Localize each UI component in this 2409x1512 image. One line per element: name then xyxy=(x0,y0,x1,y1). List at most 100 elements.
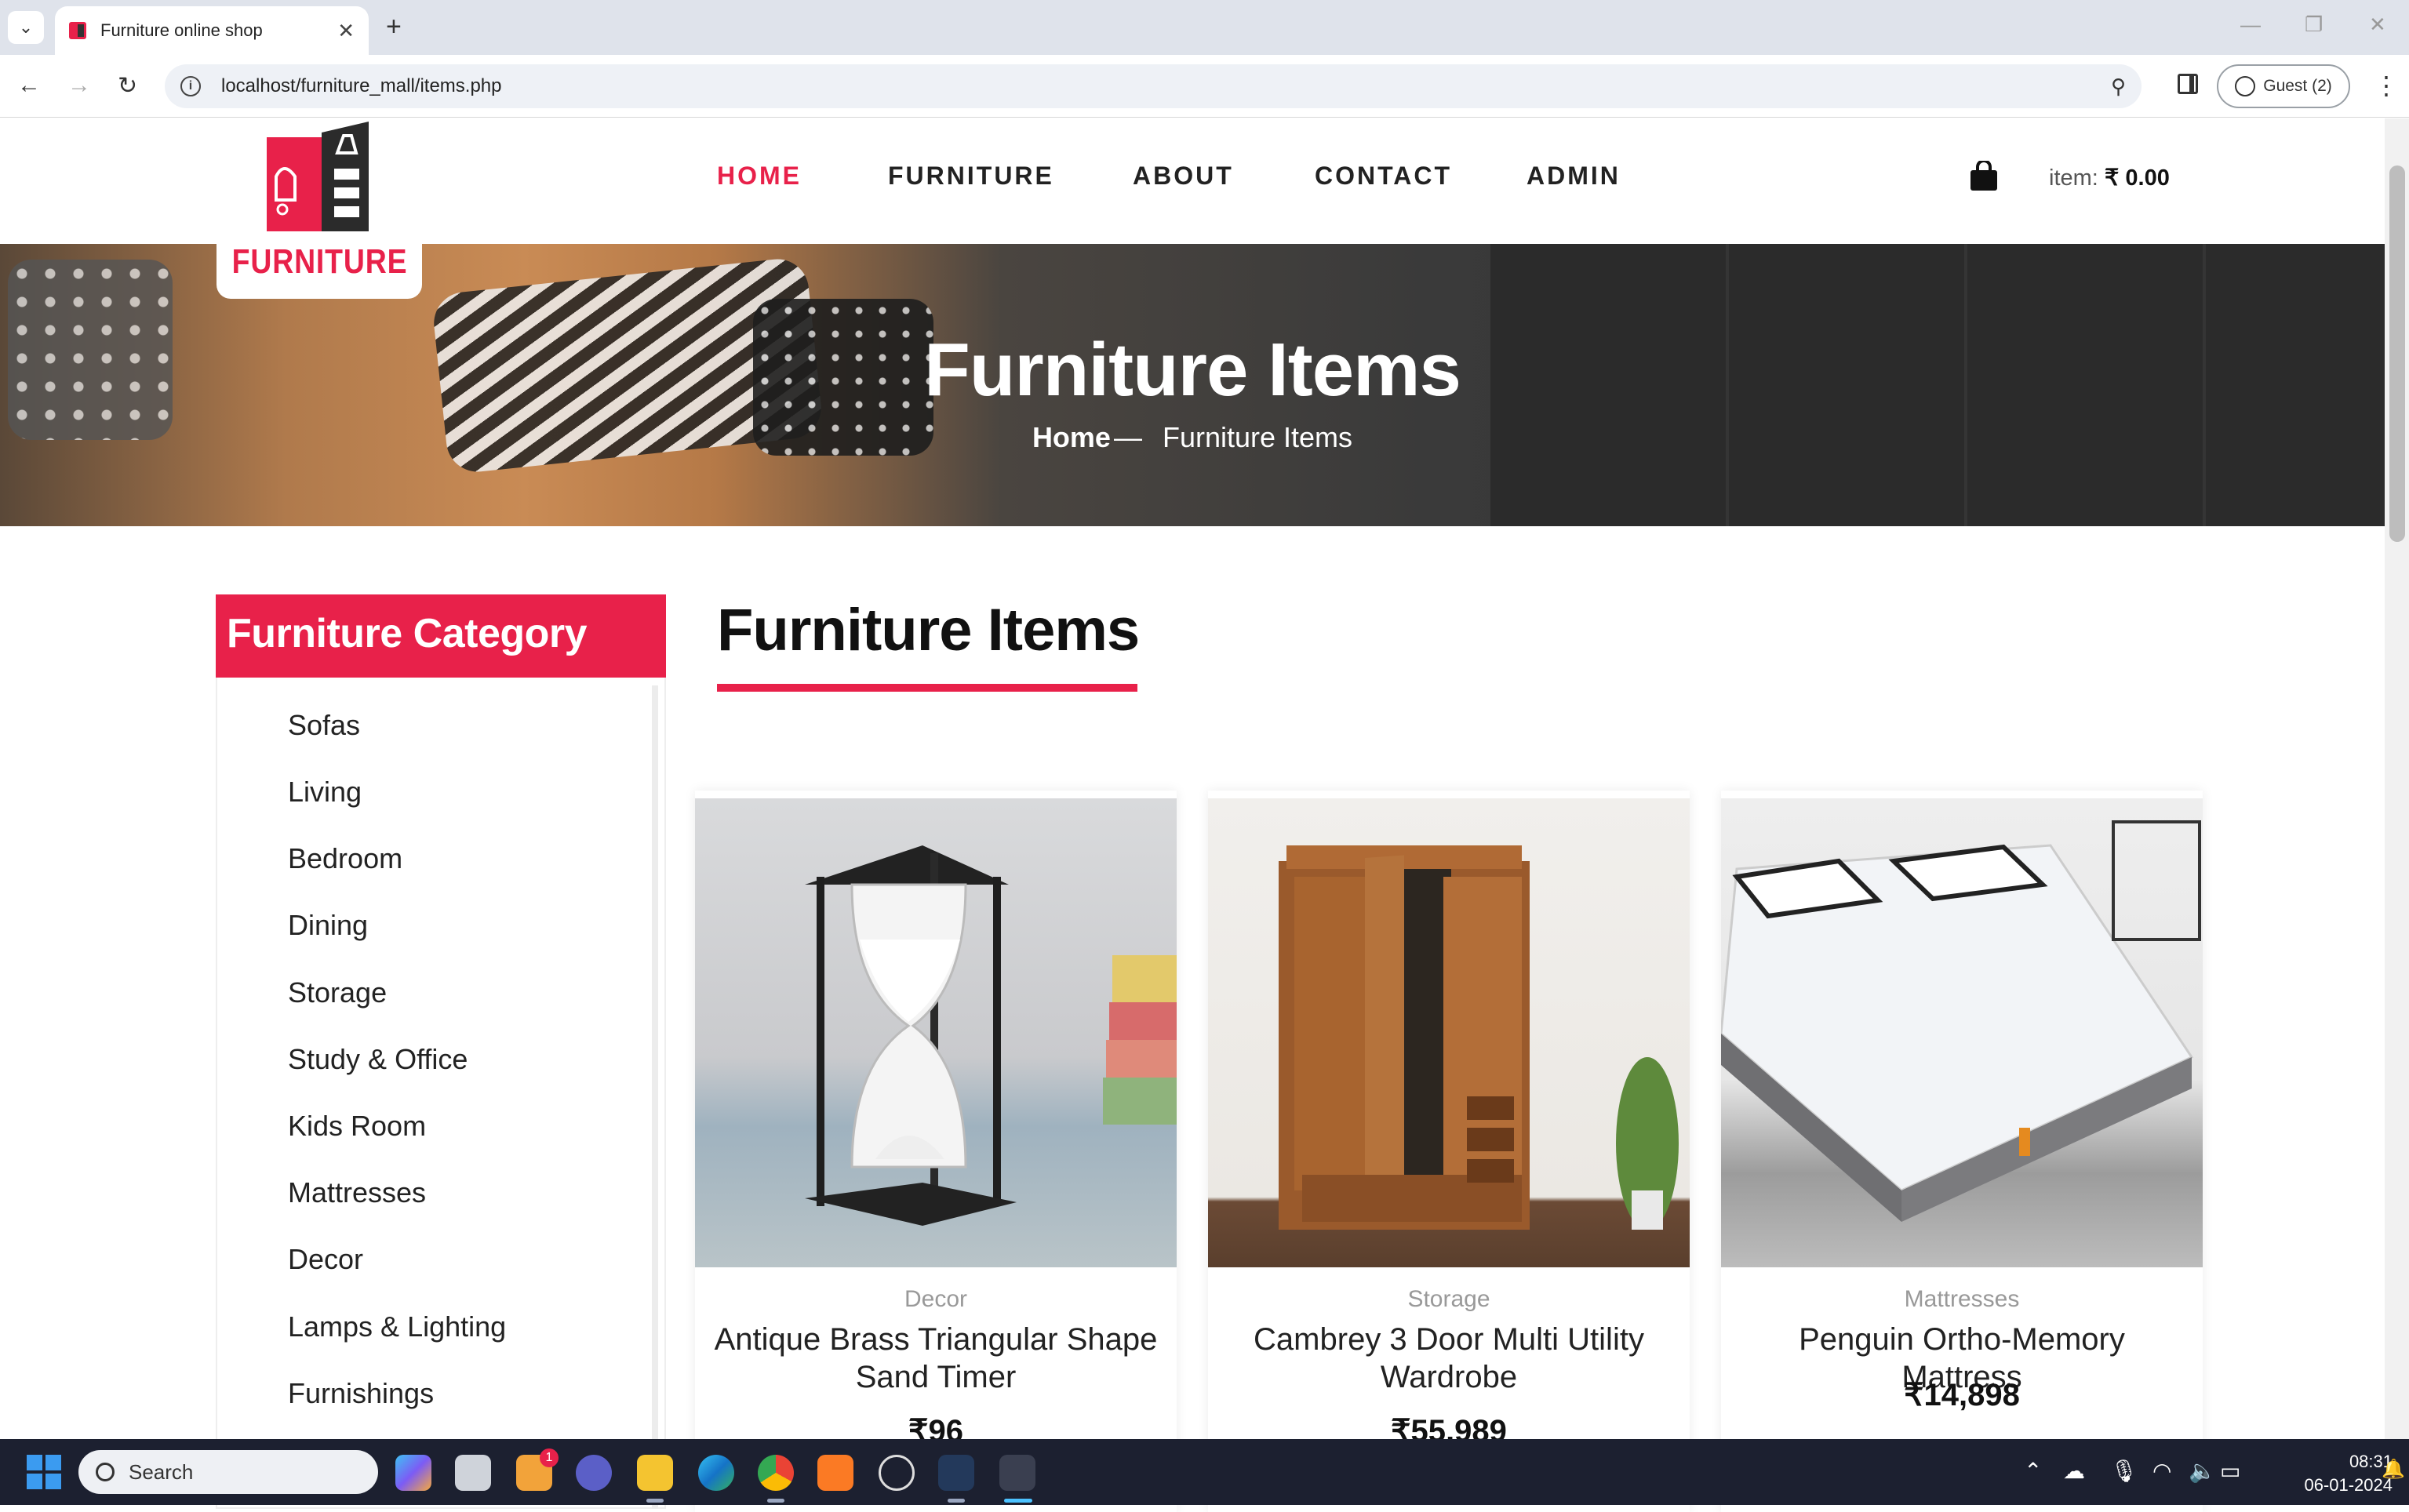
weather-widget-icon[interactable]: 1 xyxy=(516,1448,559,1491)
breadcrumb: Home — Furniture Items xyxy=(0,421,2385,454)
mattress-image[interactable] xyxy=(1721,798,2203,1267)
product-card[interactable]: Decor Antique Brass Triangular Shape San… xyxy=(695,791,1177,1512)
hourglass-image[interactable] xyxy=(695,798,1177,1267)
hourglass-image-art xyxy=(805,845,1177,1226)
tab-search-button[interactable]: ⌄ xyxy=(8,11,44,44)
breadcrumb-home[interactable]: Home xyxy=(1032,421,1111,453)
vscode-icon[interactable] xyxy=(938,1455,974,1491)
logo-text: FURNITURE xyxy=(231,242,408,281)
site-header: FURNITURE HOME FURNITURE ABOUT CONTACT A… xyxy=(0,118,2385,299)
address-bar-row: ← → ↻ i localhost/furniture_mall/items.p… xyxy=(0,55,2409,118)
notification-badge: 1 xyxy=(540,1448,559,1467)
browser-menu-icon[interactable]: ⋮ xyxy=(2374,71,2399,100)
active-app-icon[interactable] xyxy=(999,1455,1035,1491)
running-indicator xyxy=(948,1499,965,1503)
wardrobe-image-art xyxy=(1279,845,1679,1230)
obs-icon[interactable] xyxy=(879,1455,915,1491)
close-tab-icon[interactable]: ✕ xyxy=(337,19,355,43)
restore-icon[interactable]: ❐ xyxy=(2305,13,2323,37)
category-item[interactable]: Lamps & Lighting xyxy=(288,1310,506,1343)
tab-title: Furniture online shop xyxy=(100,20,263,40)
minimize-icon[interactable]: — xyxy=(2240,13,2261,37)
mattress-image-art xyxy=(1721,820,2201,1222)
reload-icon[interactable]: ↻ xyxy=(118,72,137,100)
site-info-icon[interactable]: i xyxy=(180,76,201,96)
breadcrumb-current: Furniture Items xyxy=(1162,421,1353,453)
teams-icon[interactable] xyxy=(576,1455,612,1491)
browser-tab-strip: ⌄ Furniture online shop ✕ + — ❐ ✕ xyxy=(0,0,2409,55)
task-view-icon[interactable] xyxy=(455,1455,491,1491)
profile-button[interactable]: Guest (2) xyxy=(2217,64,2350,108)
system-clock[interactable]: 08:31 06-01-2024 xyxy=(2243,1450,2393,1497)
page-scrollbar[interactable] xyxy=(2385,118,2409,1439)
nav-admin[interactable]: ADMIN xyxy=(1527,162,1621,191)
copilot-icon[interactable] xyxy=(395,1455,431,1491)
product-price: ₹14,898 xyxy=(1904,1378,2020,1412)
page-title: Furniture Items xyxy=(924,328,1461,412)
site-logo[interactable]: FURNITURE xyxy=(217,118,422,299)
cart-label: item: xyxy=(2049,165,2098,191)
cart-summary[interactable]: item: ₹ 0.00 xyxy=(2049,164,2170,191)
section-title: Furniture Items xyxy=(717,597,1140,663)
section-underline xyxy=(717,684,1137,692)
onedrive-icon[interactable]: ☁ xyxy=(2063,1458,2085,1484)
profile-label: Guest (2) xyxy=(2263,77,2332,95)
category-item[interactable]: Bedroom xyxy=(288,842,402,875)
nav-contact[interactable]: CONTACT xyxy=(1315,162,1452,191)
url-field[interactable]: i localhost/furniture_mall/items.php ⚲ xyxy=(165,64,2142,108)
side-panel-icon[interactable] xyxy=(2178,74,2198,94)
forward-icon[interactable]: → xyxy=(67,72,91,99)
file-explorer-icon[interactable] xyxy=(637,1455,673,1491)
scrollbar-thumb[interactable] xyxy=(2389,165,2405,542)
browser-tab[interactable]: Furniture online shop ✕ xyxy=(55,6,369,55)
url-text: localhost/furniture_mall/items.php xyxy=(221,75,502,96)
product-card[interactable]: Storage Cambrey 3 Door Multi Utility War… xyxy=(1208,791,1690,1512)
nav-home[interactable]: HOME xyxy=(717,162,802,191)
nav-about[interactable]: ABOUT xyxy=(1133,162,1234,191)
category-item[interactable]: Furnishings xyxy=(288,1377,434,1410)
category-item[interactable]: Decor xyxy=(288,1243,363,1276)
windows-start-icon[interactable] xyxy=(27,1455,61,1489)
wifi-icon[interactable]: ◠ xyxy=(2152,1458,2171,1484)
taskbar-search-placeholder: Search xyxy=(129,1459,194,1484)
clock-date: 06-01-2024 xyxy=(2304,1475,2393,1495)
notifications-bell-icon[interactable]: 🔔 xyxy=(2382,1458,2405,1481)
chrome-icon[interactable] xyxy=(758,1455,794,1491)
category-heading: Furniture Category xyxy=(216,594,666,678)
site-favicon-icon xyxy=(69,22,86,39)
category-list: Sofas Living Bedroom Dining Storage Stud… xyxy=(216,678,666,1509)
product-category: Storage xyxy=(1407,1286,1490,1312)
nav-furniture[interactable]: FURNITURE xyxy=(888,162,1054,191)
category-item[interactable]: Kids Room xyxy=(288,1110,426,1143)
category-item[interactable]: Mattresses xyxy=(288,1176,426,1209)
product-category: Mattresses xyxy=(1904,1286,2020,1312)
category-item[interactable]: Sofas xyxy=(288,709,360,742)
shopping-bag-icon[interactable] xyxy=(1969,161,1999,192)
profile-avatar-icon xyxy=(2235,76,2256,96)
running-indicator xyxy=(646,1499,664,1503)
taskbar-search[interactable]: Search xyxy=(78,1450,378,1494)
show-hidden-icons-icon[interactable]: ⌃ xyxy=(2024,1458,2042,1484)
breadcrumb-separator: — xyxy=(1113,421,1142,453)
category-item[interactable]: Living xyxy=(288,776,362,809)
new-tab-button[interactable]: + xyxy=(386,11,402,42)
back-icon[interactable]: ← xyxy=(17,72,41,99)
clock-time: 08:31 xyxy=(2349,1452,2393,1471)
wardrobe-image[interactable] xyxy=(1208,798,1690,1267)
running-indicator xyxy=(767,1499,784,1503)
xampp-icon[interactable] xyxy=(817,1455,853,1491)
category-item[interactable]: Dining xyxy=(288,909,368,942)
product-title[interactable]: Antique Brass Triangular Shape Sand Time… xyxy=(711,1321,1161,1396)
category-item[interactable]: Study & Office xyxy=(288,1043,468,1076)
microphone-icon[interactable]: 🎙 xyxy=(2110,1458,2138,1484)
product-card[interactable]: Mattresses Penguin Ortho-Memory Mattress… xyxy=(1721,791,2203,1512)
battery-icon[interactable]: ▭ xyxy=(2220,1458,2240,1484)
active-indicator xyxy=(1004,1499,1032,1503)
product-title[interactable]: Cambrey 3 Door Multi Utility Wardrobe xyxy=(1224,1321,1674,1396)
close-window-icon[interactable]: ✕ xyxy=(2369,13,2386,37)
volume-icon[interactable]: 🔈 xyxy=(2189,1458,2216,1484)
edge-icon[interactable] xyxy=(698,1455,734,1491)
zoom-icon[interactable]: ⚲ xyxy=(2111,75,2126,99)
category-item[interactable]: Storage xyxy=(288,976,387,1009)
windows-taskbar: Search 1 ⌃ ☁ 🎙 ◠ 🔈 ▭ 08:31 06-01-2024 🔔 xyxy=(0,1439,2409,1505)
